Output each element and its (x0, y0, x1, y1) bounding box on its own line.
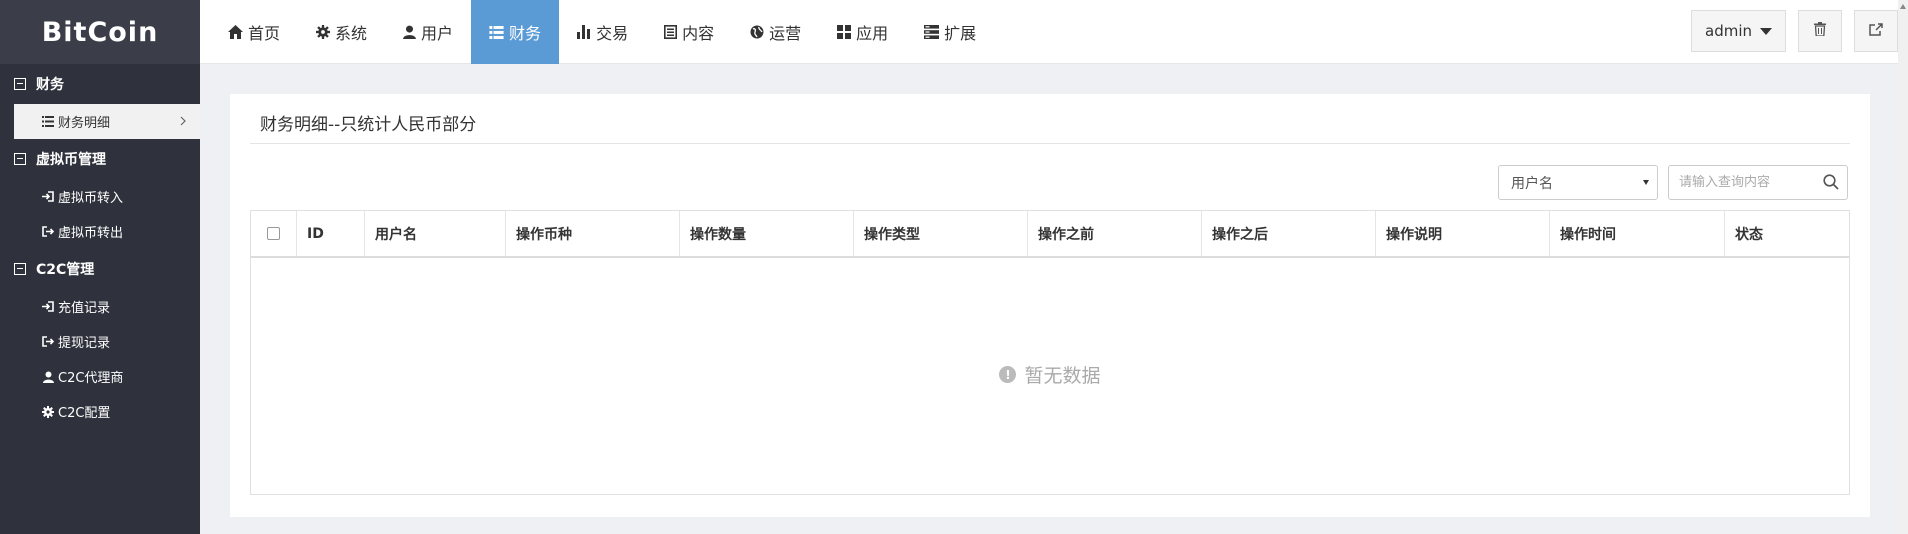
sidebar-item-label: C2C代理商 (58, 371, 124, 386)
select-all-checkbox[interactable] (267, 227, 280, 240)
nav-item-users[interactable]: 用户 (385, 0, 471, 64)
nav-label: 首页 (248, 24, 281, 43)
user-icon (41, 371, 55, 383)
app-logo[interactable]: BitCoin (0, 0, 200, 64)
table-header: ID 用户名 操作币种 操作数量 操作类型 操作之前 操作之后 操作说明 操作时… (251, 211, 1849, 258)
sidebar-item-c2c-agents[interactable]: C2C代理商 (0, 359, 200, 394)
sidebar-group-crypto[interactable]: 虚拟币管理 (0, 139, 200, 179)
search-icon[interactable] (1823, 174, 1839, 194)
select-all-cell (251, 211, 297, 256)
document-icon (664, 25, 678, 39)
trash-icon (1814, 22, 1826, 40)
column-header[interactable]: 操作数量 (680, 211, 854, 256)
nav-item-finance[interactable]: 财务 (471, 0, 560, 64)
column-header[interactable]: 状态 (1725, 211, 1839, 256)
sidebar-item-label: 虚拟币转出 (58, 226, 124, 241)
nav-item-content[interactable]: 内容 (646, 0, 732, 64)
nav-label: 内容 (682, 24, 715, 43)
nav-label: 交易 (596, 24, 629, 43)
sidebar-item-withdraw-records[interactable]: 提现记录 (0, 324, 200, 359)
collapse-icon (14, 78, 26, 90)
sign-in-icon (41, 301, 55, 312)
nav-item-extensions[interactable]: 扩展 (906, 0, 994, 64)
sidebar-item-crypto-in[interactable]: 虚拟币转入 (0, 179, 200, 214)
sidebar-group-label: C2C管理 (36, 262, 95, 278)
finance-table: ID 用户名 操作币种 操作数量 操作类型 操作之前 操作之后 操作说明 操作时… (250, 210, 1850, 495)
nav-item-trading[interactable]: 交易 (559, 0, 646, 64)
nav-label: 财务 (509, 24, 542, 43)
sidebar-item-label: 提现记录 (58, 336, 111, 351)
nav-item-system[interactable]: 系统 (298, 0, 385, 64)
gear-icon (316, 25, 331, 39)
column-header[interactable]: 操作说明 (1376, 211, 1550, 256)
column-header[interactable]: 操作类型 (854, 211, 1028, 256)
column-header[interactable]: 操作时间 (1550, 211, 1725, 256)
nav-label: 系统 (335, 24, 368, 43)
user-menu-button[interactable]: admin (1691, 10, 1786, 52)
list-icon (41, 116, 55, 127)
scroll-up-icon (1900, 4, 1906, 9)
nav-item-home[interactable]: 首页 (210, 0, 298, 64)
nav-label: 运营 (769, 24, 802, 43)
sidebar-group-label: 财务 (36, 77, 64, 93)
user-icon (403, 25, 416, 39)
sidebar-group-c2c[interactable]: C2C管理 (0, 249, 200, 289)
nav-label: 扩展 (944, 24, 977, 43)
column-header[interactable]: ID (297, 211, 365, 256)
clear-cache-button[interactable] (1798, 10, 1842, 52)
select-arrow-icon (1643, 180, 1649, 185)
sidebar: BitCoin 财务 财务明细 虚拟币管理 虚拟币转入 虚拟币转出 C2C管理 (0, 0, 200, 534)
home-icon (228, 25, 243, 39)
sign-in-icon (41, 191, 55, 202)
nav-label: 用户 (421, 24, 454, 43)
sidebar-item-finance-details[interactable]: 财务明细 (14, 104, 200, 139)
sidebar-group-label: 虚拟币管理 (36, 152, 106, 168)
nav-item-operations[interactable]: 运营 (732, 0, 819, 64)
sidebar-item-crypto-out[interactable]: 虚拟币转出 (0, 214, 200, 249)
column-header[interactable]: 用户名 (365, 211, 506, 256)
search-box (1668, 165, 1848, 200)
page-title: 财务明细--只统计人民币部分 (260, 115, 477, 135)
chevron-right-icon (180, 115, 186, 130)
sidebar-group-finance[interactable]: 财务 (0, 64, 200, 104)
list-icon (489, 25, 504, 39)
column-header[interactable]: 操作之后 (1202, 211, 1376, 256)
grid-icon (837, 25, 852, 39)
nav-label: 应用 (856, 24, 889, 43)
empty-state: ! 暂无数据 (251, 361, 1849, 388)
logout-button[interactable] (1854, 10, 1898, 52)
external-link-icon (1869, 22, 1883, 40)
sign-out-icon (41, 226, 55, 237)
title-divider (250, 143, 1850, 144)
nav-item-apps[interactable]: 应用 (819, 0, 906, 64)
collapse-icon (14, 263, 26, 275)
sidebar-item-label: 财务明细 (58, 116, 111, 131)
main-nav: 首页 系统 用户 财务 交易 内容 运营 应用 扩展 (200, 0, 1908, 64)
select-value: 用户名 (1511, 175, 1553, 192)
sidebar-item-label: 虚拟币转入 (58, 191, 124, 206)
empty-state-text: 暂无数据 (1024, 365, 1101, 387)
globe-icon (750, 25, 764, 39)
info-icon: ! (999, 366, 1017, 383)
sign-out-icon (41, 336, 55, 347)
top-navbar: 首页 系统 用户 财务 交易 内容 运营 应用 扩展 admin (200, 0, 1908, 64)
sidebar-item-label: 充值记录 (58, 301, 111, 316)
collapse-icon (14, 153, 26, 165)
server-icon (924, 25, 940, 39)
search-field-select[interactable]: 用户名 (1498, 165, 1658, 200)
bar-chart-icon (577, 25, 591, 39)
gear-icon (41, 405, 55, 418)
page-scrollbar[interactable] (1898, 0, 1908, 534)
column-header[interactable]: 操作币种 (506, 211, 680, 256)
top-right-actions: admin (1691, 10, 1898, 52)
sidebar-item-recharge-records[interactable]: 充值记录 (0, 289, 200, 324)
finance-details-panel: 财务明细--只统计人民币部分 用户名 ID 用户名 操作币种 操作数量 操作类型… (230, 94, 1870, 517)
column-header[interactable]: 操作之前 (1028, 211, 1202, 256)
sidebar-item-c2c-config[interactable]: C2C配置 (0, 394, 200, 429)
user-menu-label: admin (1705, 22, 1752, 40)
caret-down-icon (1760, 27, 1772, 35)
sidebar-item-label: C2C配置 (58, 406, 111, 421)
search-input[interactable] (1669, 166, 1809, 199)
